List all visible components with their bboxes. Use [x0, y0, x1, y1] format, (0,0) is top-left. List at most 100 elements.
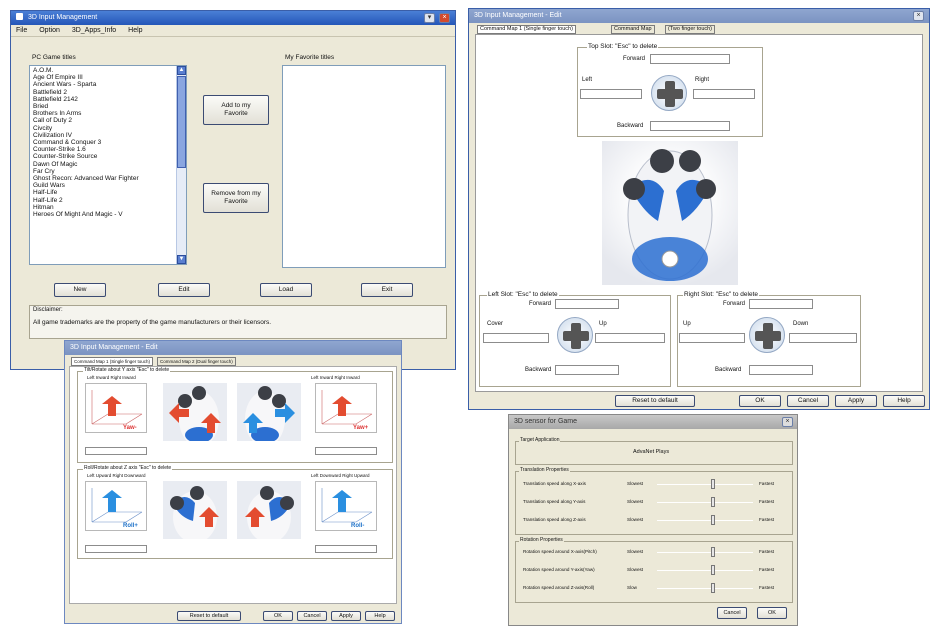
tilt-apply-button[interactable]: Apply	[331, 611, 361, 621]
yaw-right-sub: Left Inward Right Inward	[311, 375, 360, 380]
left-forward-field[interactable]	[555, 299, 619, 309]
close-button[interactable]: ×	[439, 13, 450, 23]
tilt-cancel-button[interactable]: Cancel	[297, 611, 327, 621]
speed-slider[interactable]	[657, 583, 753, 593]
help-button[interactable]: Help	[883, 395, 925, 407]
list-item[interactable]: A.O.M.	[30, 67, 186, 74]
list-item[interactable]: Civcity	[30, 125, 186, 132]
speed-row-label: Translation speed along X-axis	[523, 481, 586, 486]
list-scrollbar[interactable]: ▲ ▼	[176, 66, 186, 264]
reset-default-button[interactable]: Reset to default	[615, 395, 695, 407]
remove-from-favorite-button[interactable]: Remove from my Favorite	[203, 183, 269, 213]
tilt-roll-window: 3D Input Management - Edit Command Map 1…	[64, 340, 402, 624]
exit-button[interactable]: Exit	[361, 283, 413, 297]
add-to-favorite-button[interactable]: Add to my Favorite	[203, 95, 269, 125]
list-item[interactable]: Hitman	[30, 204, 186, 211]
speed-slider[interactable]	[657, 547, 753, 557]
menu-help[interactable]: Help	[128, 27, 142, 34]
list-item[interactable]: Ancient Wars - Sparta	[30, 81, 186, 88]
right-forward-field[interactable]	[749, 299, 813, 309]
top-left-field[interactable]	[580, 89, 642, 99]
speed-slider[interactable]	[657, 497, 753, 507]
tilt-reset-default-button[interactable]: Reset to default	[177, 611, 241, 621]
speed-slider[interactable]	[657, 565, 753, 575]
slider-thumb[interactable]	[711, 497, 715, 507]
axis-grid-icon	[321, 488, 373, 523]
roll-left-field[interactable]	[85, 545, 147, 553]
ok-button[interactable]: OK	[739, 395, 781, 407]
right-slot-label: Right Slot: "Esc" to delete	[683, 291, 759, 298]
slider-thumb[interactable]	[711, 583, 715, 593]
list-item[interactable]: Far Cry	[30, 168, 186, 175]
scroll-up-icon[interactable]: ▲	[177, 66, 186, 75]
right-up-field[interactable]	[679, 333, 745, 343]
list-item[interactable]: Brothers In Arms	[30, 110, 186, 117]
yaw-right-field[interactable]	[315, 447, 377, 455]
scroll-down-icon[interactable]: ▼	[177, 255, 186, 264]
list-item[interactable]: Dawn Of Magic	[30, 161, 186, 168]
list-item[interactable]: Half-Life 2	[30, 197, 186, 204]
list-item[interactable]: Counter-Strike 1.6	[30, 146, 186, 153]
tilt-help-button[interactable]: Help	[365, 611, 395, 621]
list-item[interactable]: Heroes Of Might And Magic - V	[30, 211, 186, 218]
tilt-title-bar[interactable]: 3D Input Management - Edit	[65, 341, 401, 355]
list-item[interactable]: Command & Conquer 3	[30, 139, 186, 146]
edit-button[interactable]: Edit	[158, 283, 210, 297]
main-title-bar[interactable]: 3D Input Management ▾ ×	[11, 11, 455, 25]
list-item[interactable]: Battlefield 2142	[30, 96, 186, 103]
list-item[interactable]: Ghost Recon: Advanced War Fighter	[30, 175, 186, 182]
list-item[interactable]: Guild Wars	[30, 182, 186, 189]
tab-dual-finger[interactable]: Command Map 2 (Dual finger touch)	[157, 357, 236, 366]
right-backward-field[interactable]	[749, 365, 813, 375]
load-button[interactable]: Load	[260, 283, 312, 297]
new-button[interactable]: New	[54, 283, 106, 297]
close-button[interactable]: ×	[782, 417, 793, 427]
slider-thumb[interactable]	[711, 479, 715, 489]
list-item[interactable]: Age Of Empire III	[30, 74, 186, 81]
right-down-field[interactable]	[789, 333, 857, 343]
apply-button[interactable]: Apply	[835, 395, 877, 407]
roll-right-field[interactable]	[315, 545, 377, 553]
pc-game-list[interactable]: A.O.M. Age Of Empire III Ancient Wars - Sp…	[29, 65, 187, 265]
minimize-button[interactable]: ▾	[424, 13, 435, 23]
menu-file[interactable]: File	[16, 27, 27, 34]
tab-command-map-1[interactable]: Command Map 1 (Single finger touch)	[477, 25, 576, 34]
sens-cancel-button[interactable]: Cancel	[717, 607, 747, 619]
yaw-left-field[interactable]	[85, 447, 147, 455]
left-cover-field[interactable]	[483, 333, 549, 343]
slider-thumb[interactable]	[711, 547, 715, 557]
tab-two-finger[interactable]: (Two finger touch)	[665, 25, 716, 34]
tab-command-map-2[interactable]: Command Map	[611, 25, 655, 34]
scroll-thumb[interactable]	[177, 76, 186, 168]
menu-option[interactable]: Option	[39, 27, 60, 34]
right-forward-label: Forward	[723, 301, 746, 307]
top-right-field[interactable]	[693, 89, 755, 99]
sens-ok-button[interactable]: OK	[757, 607, 787, 619]
list-item[interactable]: Battlefield 2	[30, 89, 186, 96]
speed-slider[interactable]	[657, 515, 753, 525]
left-cover-label: Cover	[487, 321, 504, 327]
top-forward-field[interactable]	[650, 54, 730, 64]
favorite-list[interactable]	[282, 65, 446, 268]
cancel-button[interactable]: Cancel	[787, 395, 829, 407]
list-item[interactable]: Civilization IV	[30, 132, 186, 139]
speed-slider[interactable]	[657, 479, 753, 489]
list-item[interactable]: Call of Duty 2	[30, 117, 186, 124]
button-map-title-bar[interactable]: 3D Input Management - Edit ×	[469, 9, 929, 23]
tilt-ok-button[interactable]: OK	[263, 611, 293, 621]
list-item[interactable]: Half-Life	[30, 189, 186, 196]
sensitivity-title-bar[interactable]: 3D sensor for Game ×	[509, 415, 797, 429]
list-item[interactable]: Counter-Strike Source	[30, 153, 186, 160]
tab-single-finger[interactable]: Command Map 1 (Single finger touch)	[71, 357, 154, 366]
top-backward-field[interactable]	[650, 121, 730, 131]
list-item[interactable]: Bried	[30, 103, 186, 110]
left-up-field[interactable]	[595, 333, 665, 343]
slider-thumb[interactable]	[711, 565, 715, 575]
left-backward-label: Backward	[525, 367, 552, 373]
top-right-label: Right	[695, 77, 710, 83]
left-backward-field[interactable]	[555, 365, 619, 375]
close-button[interactable]: ×	[913, 11, 924, 21]
menu-3d-apps-info[interactable]: 3D_Apps_Info	[72, 27, 116, 34]
slider-thumb[interactable]	[711, 515, 715, 525]
mouse-roll-left-icon	[170, 486, 219, 539]
